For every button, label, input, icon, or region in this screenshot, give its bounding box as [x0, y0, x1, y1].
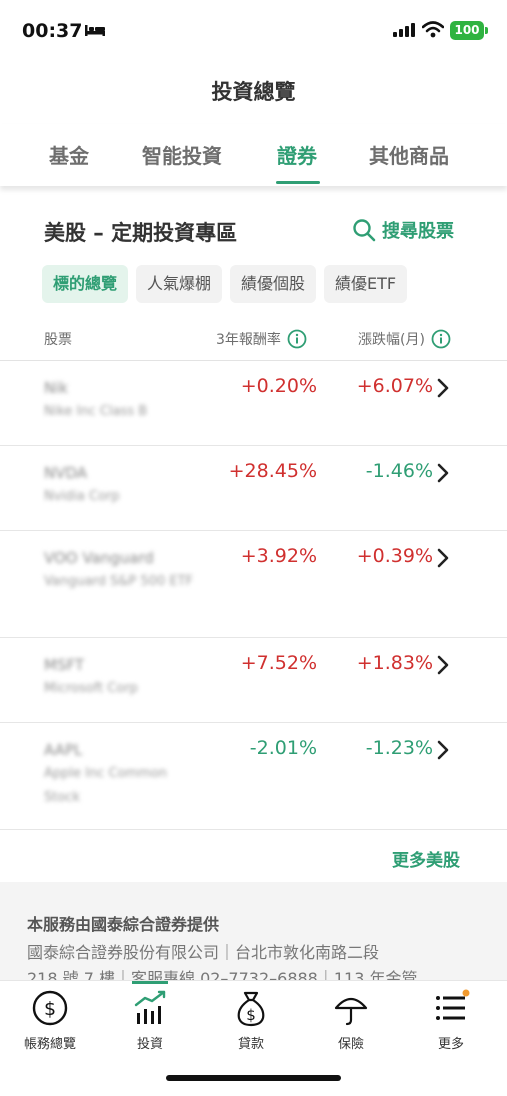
stock-fullname: Nike Inc Class B: [44, 404, 148, 419]
chevron-right-icon: [437, 548, 449, 568]
filter-chips: 標的總覽 人氣爆棚 績優個股 績優ETF: [42, 265, 415, 303]
dollar-circle-icon: $: [32, 990, 68, 1026]
status-bar: 00:37 100: [0, 0, 507, 62]
search-icon: [353, 219, 376, 242]
chip-popular[interactable]: 人氣爆棚: [136, 265, 223, 303]
battery-indicator: 100: [450, 21, 484, 40]
tab-fund[interactable]: 基金: [49, 140, 89, 169]
umbrella-icon: [334, 997, 368, 1026]
stock-row[interactable]: Nik Nike Inc Class B +0.20% +6.07%: [0, 361, 507, 446]
money-bag-icon: $: [237, 991, 265, 1027]
stock-row[interactable]: AAPL Apple Inc Common Stock -2.01% -1.23%: [0, 723, 507, 830]
change-month-value: +1.83%: [356, 652, 433, 674]
info-icon[interactable]: [287, 329, 307, 349]
column-header-return-3y: 3年報酬率: [216, 329, 307, 349]
column-label-stock: 股票: [44, 332, 72, 348]
stock-name: AAPL Apple Inc Common Stock: [44, 738, 194, 810]
bar-chart-trend-icon: [134, 990, 166, 1024]
stock-fullname: Nvidia Corp: [44, 489, 120, 504]
nav-account-overview[interactable]: $ 帳務總覽: [5, 989, 95, 1052]
chip-overview[interactable]: 標的總覽: [42, 265, 129, 303]
section-title: 美股 – 定期投資專區: [44, 221, 238, 245]
stock-name: NVDA Nvidia Corp: [44, 461, 194, 509]
change-month-value: -1.23%: [365, 737, 433, 759]
svg-text:$: $: [44, 998, 56, 1020]
nav-label: 帳務總覽: [23, 1037, 76, 1052]
column-header-change-month: 漲跌幅(月): [358, 329, 451, 349]
search-stock-label: 搜尋股票: [382, 221, 454, 242]
chevron-right-icon: [437, 655, 449, 675]
return-3y-value: +3.92%: [240, 545, 317, 567]
nav-investment[interactable]: 投資: [105, 989, 195, 1052]
nav-more[interactable]: 更多: [406, 989, 496, 1052]
nav-label: 保險: [337, 1037, 364, 1052]
info-icon[interactable]: [431, 329, 451, 349]
tab-robo-advisor[interactable]: 智能投資: [142, 140, 222, 169]
menu-list-icon: [436, 989, 470, 1020]
wifi-icon: [422, 21, 444, 38]
chip-top-etf[interactable]: 績優ETF: [324, 265, 408, 303]
stock-row[interactable]: NVDA Nvidia Corp +28.45% -1.46%: [0, 446, 507, 531]
stock-fullname: Microsoft Corp: [44, 681, 138, 696]
nav-label: 貸款: [237, 1037, 264, 1052]
column-header-stock: 股票: [44, 329, 72, 349]
search-stock-button[interactable]: 搜尋股票: [352, 217, 454, 243]
return-3y-value: +0.20%: [240, 375, 317, 397]
column-label-change-month: 漲跌幅(月): [358, 332, 425, 348]
chip-top-stocks[interactable]: 績優個股: [230, 265, 317, 303]
chevron-right-icon: [437, 463, 449, 483]
return-3y-value: -2.01%: [249, 737, 317, 759]
disclaimer-address: 國泰綜合證券股份有限公司｜台北市敦化南路二段: [27, 943, 380, 962]
stock-name: MSFT Microsoft Corp: [44, 653, 194, 701]
chevron-right-icon: [437, 378, 449, 398]
battery-nub: [485, 27, 488, 34]
signal-icon: [393, 23, 415, 37]
change-month-value: -1.46%: [365, 460, 433, 482]
nav-loan[interactable]: $ 貸款: [206, 989, 296, 1052]
category-tabs: 基金 智能投資 證券 其他商品: [0, 124, 507, 186]
stock-row[interactable]: MSFT Microsoft Corp +7.52% +1.83%: [0, 638, 507, 723]
tab-other-products[interactable]: 其他商品: [369, 140, 449, 169]
change-month-value: +0.39%: [356, 545, 433, 567]
svg-text:$: $: [246, 1006, 256, 1024]
stock-fullname: Apple Inc Common Stock: [44, 766, 168, 805]
page-title: 投資總覽: [211, 80, 296, 104]
tab-securities[interactable]: 證券: [277, 140, 317, 169]
more-us-stocks-link[interactable]: 更多美股: [392, 846, 460, 871]
status-time: 00:37: [22, 20, 83, 42]
disclaimer-panel: 本服務由國泰綜合證券提供 國泰綜合證券股份有限公司｜台北市敦化南路二段 218 …: [0, 882, 507, 982]
chevron-right-icon: [437, 740, 449, 760]
stock-name: VOO Vanguard Vanguard S&P 500 ETF: [44, 546, 194, 594]
return-3y-value: +28.45%: [228, 460, 317, 482]
nav-label: 更多: [437, 1037, 464, 1052]
active-tab-indicator: [276, 181, 320, 184]
stock-row[interactable]: VOO Vanguard Vanguard S&P 500 ETF +3.92% …: [0, 531, 507, 638]
column-label-return-3y: 3年報酬率: [216, 332, 281, 348]
stock-name: Nik Nike Inc Class B: [44, 376, 194, 424]
nav-label: 投資: [136, 1037, 163, 1052]
home-indicator: [166, 1075, 341, 1081]
change-month-value: +6.07%: [356, 375, 433, 397]
nav-active-indicator: [132, 981, 168, 984]
bed-icon: [85, 25, 105, 36]
return-3y-value: +7.52%: [240, 652, 317, 674]
stock-fullname: Vanguard S&P 500 ETF: [44, 574, 193, 589]
nav-insurance[interactable]: 保險: [306, 989, 396, 1052]
disclaimer-title: 本服務由國泰綜合證券提供: [27, 915, 220, 934]
